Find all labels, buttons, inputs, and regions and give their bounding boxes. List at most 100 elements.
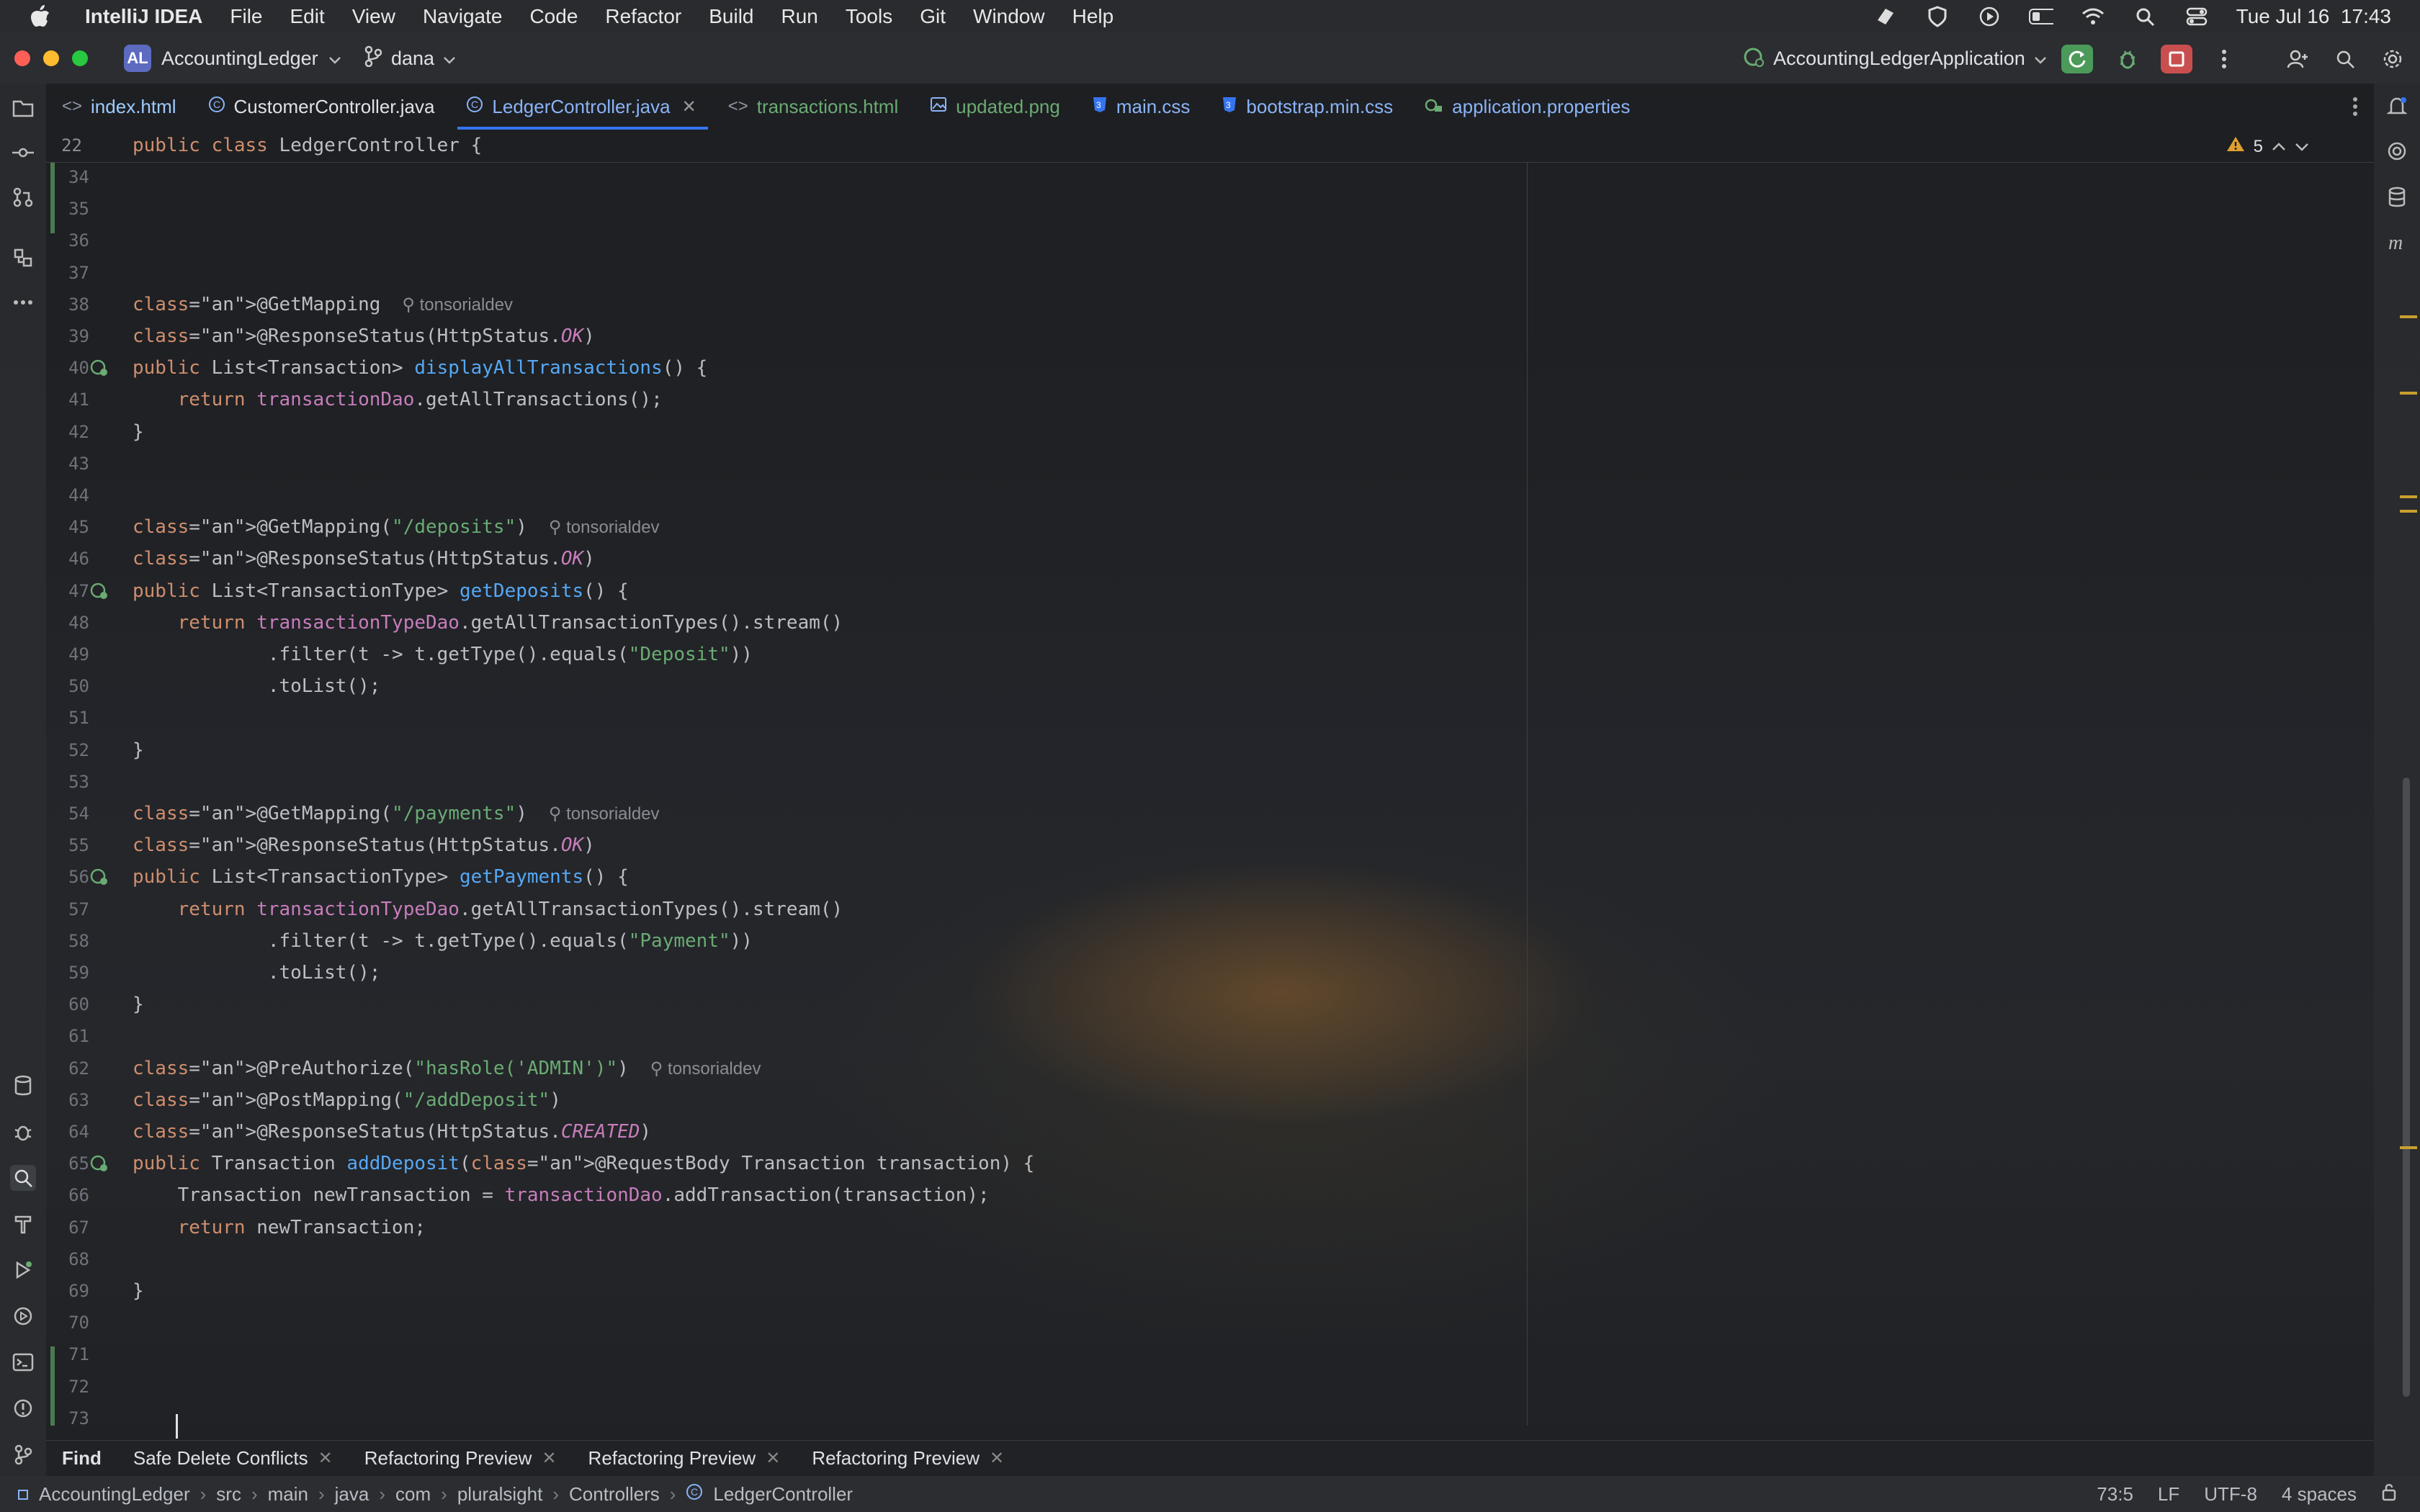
control-center-icon[interactable] (2184, 6, 2209, 27)
tool-tab-refactoring-preview[interactable]: Refactoring Preview ✕ (796, 1447, 1020, 1470)
menu-tools[interactable]: Tools (846, 5, 892, 28)
code-editor[interactable]: 34 35 36 37 38 class="an">@GetMapping ⚲ tonsor… (46, 130, 2417, 1440)
breadcrumb-src[interactable]: src (216, 1483, 241, 1506)
menu-navigate[interactable]: Navigate (423, 5, 503, 28)
battery-icon[interactable] (2028, 6, 2053, 27)
menu-help[interactable]: Help (1072, 5, 1114, 28)
more-tools-icon[interactable] (10, 289, 36, 315)
endpoint-gutter-icon[interactable] (89, 867, 109, 887)
debug-icon[interactable] (2112, 45, 2143, 73)
lock-icon[interactable] (2381, 1482, 2398, 1506)
menu-run[interactable]: Run (781, 5, 817, 28)
maven-icon[interactable]: m (2384, 230, 2410, 256)
menu-git[interactable]: Git (920, 5, 946, 28)
menu-refactor[interactable]: Refactor (605, 5, 681, 28)
breadcrumb-controllers[interactable]: Controllers (569, 1483, 660, 1506)
git-icon[interactable] (10, 1441, 36, 1467)
pull-requests-icon[interactable] (10, 184, 36, 210)
close-icon[interactable]: ✕ (542, 1448, 556, 1469)
code-author-hint[interactable]: ⚲ tonsorialdev (549, 804, 660, 824)
tabs-more-icon[interactable] (2352, 96, 2358, 122)
apple-icon[interactable] (26, 4, 55, 29)
bug-icon[interactable] (10, 1119, 36, 1145)
chevron-up-icon[interactable] (2272, 137, 2286, 157)
ai-assistant-icon[interactable] (2384, 138, 2410, 164)
stop-button[interactable] (2161, 45, 2192, 73)
chevron-down-icon[interactable] (2295, 137, 2309, 157)
project-selector[interactable]: AL AccountingLedger (124, 43, 341, 73)
database-icon[interactable] (2384, 184, 2410, 210)
run-icon[interactable] (10, 1257, 36, 1283)
close-icon[interactable]: ✕ (990, 1448, 1004, 1469)
editor-scrollbar[interactable] (2403, 778, 2410, 1397)
tool-tab-safe-delete-conflicts[interactable]: Safe Delete Conflicts ✕ (117, 1447, 349, 1470)
warning-stripe[interactable] (2400, 495, 2417, 498)
warning-stripe[interactable] (2400, 392, 2417, 395)
menu-window[interactable]: Window (973, 5, 1045, 28)
close-window-button[interactable] (14, 50, 30, 66)
search-icon[interactable] (2329, 45, 2361, 73)
breadcrumb-pluralsight[interactable]: pluralsight (457, 1483, 543, 1506)
tool-tab-refactoring-preview[interactable]: Refactoring Preview ✕ (573, 1447, 797, 1470)
menu-view[interactable]: View (352, 5, 395, 28)
clock[interactable]: Tue Jul 16 17:43 (2236, 5, 2391, 28)
menu-edit[interactable]: Edit (290, 5, 325, 28)
tab-transactions-html[interactable]: <> transactions.html (712, 84, 915, 130)
tab-customer-controller[interactable]: C CustomerController.java (192, 84, 451, 130)
sticky-class-header[interactable]: 22 public class LedgerController { 5 (46, 130, 2374, 163)
endpoint-gutter-icon[interactable] (89, 1153, 109, 1174)
more-actions-icon[interactable] (2208, 45, 2240, 73)
indent-setting[interactable]: 4 spaces (2282, 1483, 2357, 1506)
branch-selector[interactable]: dana (364, 43, 456, 73)
structure-icon[interactable] (10, 245, 36, 271)
tool-tab-find[interactable]: Find (46, 1447, 117, 1470)
build-hammer-icon[interactable] (10, 1211, 36, 1237)
menu-code[interactable]: Code (529, 5, 578, 28)
tab-bootstrap-css[interactable]: 3 bootstrap.min.css (1206, 84, 1409, 130)
breadcrumb-project[interactable]: AccountingLedger (39, 1483, 190, 1506)
warning-stripe[interactable] (2400, 1146, 2417, 1149)
caret-position[interactable]: 73:5 (2097, 1483, 2133, 1506)
breadcrumb-com[interactable]: com (395, 1483, 431, 1506)
wifi-icon[interactable] (2081, 6, 2105, 27)
close-tab-icon[interactable]: ✕ (682, 96, 696, 117)
run-configuration-selector[interactable]: AccountingLedgerApplication (1743, 43, 2047, 73)
rerun-button[interactable] (2061, 45, 2093, 73)
find-icon[interactable] (10, 1165, 36, 1191)
line-ending[interactable]: LF (2158, 1483, 2179, 1506)
commit-icon[interactable] (10, 140, 36, 166)
tab-updated-png[interactable]: updated.png (914, 84, 1076, 130)
tab-index-html[interactable]: <> index.html (46, 84, 192, 130)
zoom-window-button[interactable] (72, 50, 88, 66)
code-author-hint[interactable]: ⚲ tonsorialdev (402, 295, 513, 315)
settings-gear-icon[interactable] (2377, 45, 2408, 73)
menu-file[interactable]: File (230, 5, 262, 28)
code-author-hint[interactable]: ⚲ tonsorialdev (549, 518, 660, 537)
tab-main-css[interactable]: 3 main.css (1076, 84, 1206, 130)
tool-tab-refactoring-preview[interactable]: Refactoring Preview ✕ (349, 1447, 573, 1470)
breadcrumb-java[interactable]: java (335, 1483, 369, 1506)
breadcrumb-main[interactable]: main (268, 1483, 308, 1506)
database-icon[interactable] (10, 1073, 36, 1099)
endpoint-gutter-icon[interactable] (89, 581, 109, 601)
spotlight-search-icon[interactable] (2133, 6, 2157, 27)
notifications-icon[interactable] (2384, 94, 2410, 120)
stack-icon[interactable] (1873, 6, 1898, 27)
shield-icon[interactable] (1925, 6, 1950, 27)
problems-icon[interactable] (10, 1395, 36, 1421)
warning-stripe[interactable] (2400, 510, 2417, 513)
project-folder-icon[interactable] (10, 95, 36, 121)
services-icon[interactable] (10, 1303, 36, 1329)
inspection-widget[interactable]: 5 (2226, 135, 2309, 158)
breadcrumb-class[interactable]: LedgerController (713, 1483, 853, 1506)
file-encoding[interactable]: UTF-8 (2204, 1483, 2257, 1506)
tab-application-properties[interactable]: application.properties (1409, 84, 1646, 130)
close-icon[interactable]: ✕ (766, 1448, 780, 1469)
tab-ledger-controller[interactable]: C LedgerController.java ✕ (450, 84, 712, 130)
endpoint-gutter-icon[interactable] (89, 358, 109, 378)
terminal-icon[interactable] (10, 1349, 36, 1375)
close-icon[interactable]: ✕ (318, 1448, 333, 1469)
app-menu[interactable]: IntelliJ IDEA (85, 5, 202, 28)
warning-stripe[interactable] (2400, 315, 2417, 318)
play-circle-icon[interactable] (1977, 6, 2002, 27)
